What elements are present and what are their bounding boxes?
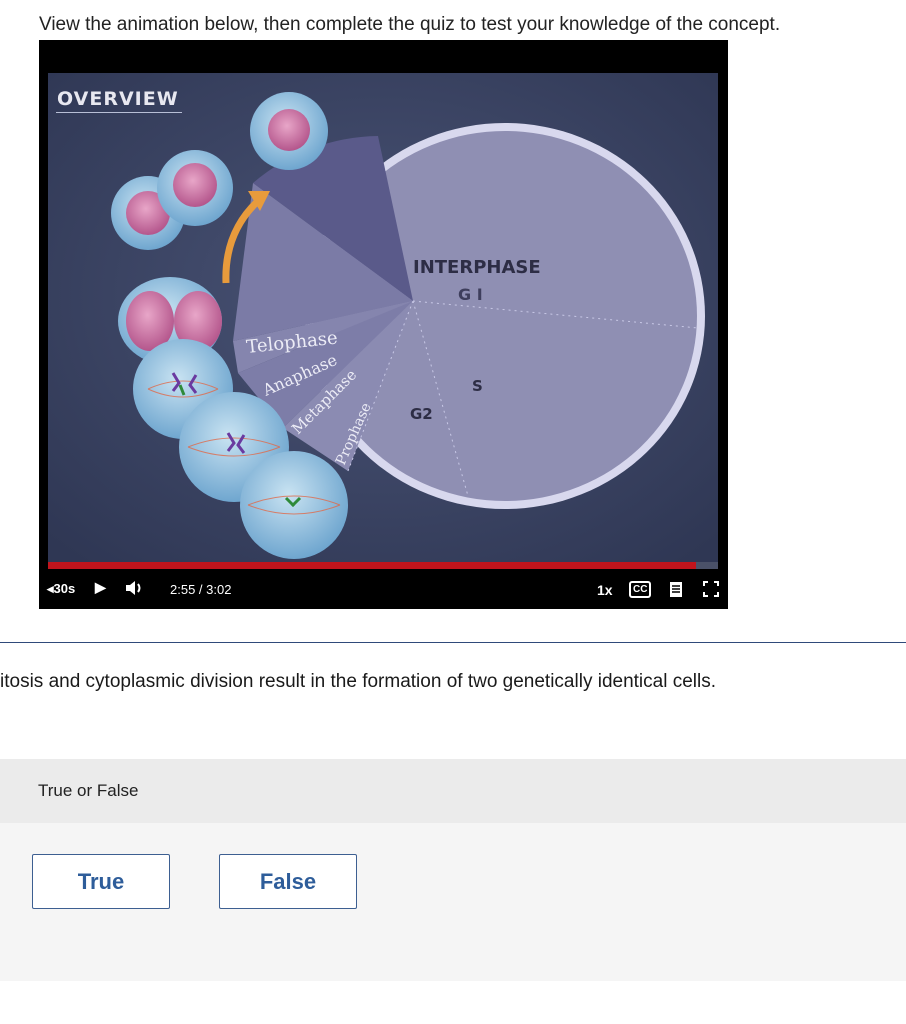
progress-fill	[48, 562, 696, 569]
question-type-bar: True or False	[0, 759, 906, 823]
instructions-text: View the animation below, then complete …	[39, 14, 781, 35]
video-player[interactable]: INTERPHASE G I S G2 Telophase Anaphase M…	[39, 40, 728, 609]
playback-speed-button[interactable]: 1x	[597, 582, 613, 598]
transcript-icon[interactable]	[669, 581, 683, 601]
time-display: 2:55 / 3:02	[170, 582, 232, 597]
label-g1: G I	[458, 285, 483, 304]
question-text: itosis and cytoplasmic division result i…	[0, 671, 716, 692]
rewind-30s-button[interactable]: ◂30s	[47, 581, 75, 597]
cell-cycle-animation: INTERPHASE G I S G2 Telophase Anaphase M…	[48, 73, 718, 569]
label-g2: G2	[410, 405, 433, 423]
true-button[interactable]: True	[32, 854, 170, 909]
false-button[interactable]: False	[219, 854, 357, 909]
video-frame[interactable]: INTERPHASE G I S G2 Telophase Anaphase M…	[48, 73, 718, 569]
label-interphase: INTERPHASE	[413, 257, 541, 278]
answer-options: True False	[0, 823, 906, 981]
overview-underline	[56, 112, 182, 113]
closed-captions-button[interactable]: CC	[629, 581, 652, 598]
fullscreen-icon[interactable]	[703, 581, 719, 600]
question-type-label: True or False	[38, 781, 139, 800]
progress-bar[interactable]	[48, 562, 718, 569]
play-icon[interactable]: ▶	[95, 579, 106, 596]
volume-icon[interactable]	[124, 579, 144, 600]
section-divider	[0, 642, 906, 643]
overview-title: OVERVIEW	[57, 88, 179, 110]
player-controls: ◂30s ▶ 2:55 / 3:02 1x CC	[39, 569, 728, 609]
label-s: S	[472, 377, 483, 395]
